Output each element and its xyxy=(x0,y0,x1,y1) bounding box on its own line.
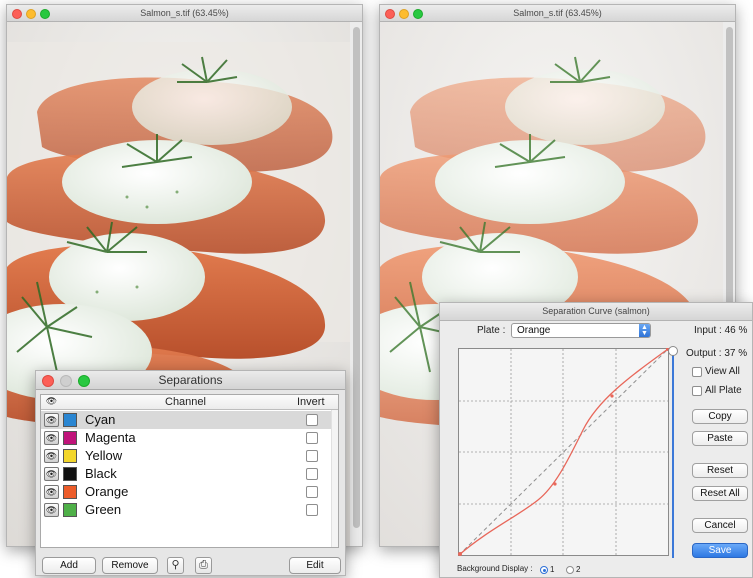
channel-label: Cyan xyxy=(85,412,116,427)
close-icon[interactable] xyxy=(42,375,54,387)
traffic-lights xyxy=(385,9,423,19)
table-scrollbar[interactable] xyxy=(331,410,338,547)
channel-row-magenta[interactable]: 👁 Magenta xyxy=(41,429,338,447)
separations-panel: Separations 👁 Channel Invert 👁 Cyan 👁 Ma… xyxy=(35,370,346,576)
paste-button[interactable]: Paste xyxy=(692,431,748,446)
minimize-icon[interactable] xyxy=(60,375,72,387)
background-radio-1-label: 1 xyxy=(550,565,555,574)
color-swatch xyxy=(63,467,77,481)
invert-checkbox[interactable] xyxy=(306,414,318,426)
column-header-channel: Channel xyxy=(165,396,206,408)
color-swatch xyxy=(63,431,77,445)
eye-icon[interactable]: 👁 xyxy=(44,413,59,427)
invert-checkbox[interactable] xyxy=(306,468,318,480)
minimize-icon[interactable] xyxy=(399,9,409,19)
window-title: Salmon_s.tif (63.45%) xyxy=(513,8,602,18)
printer-icon[interactable]: ⎙ xyxy=(195,557,212,574)
output-slider-track[interactable] xyxy=(672,351,674,558)
edit-button[interactable]: Edit xyxy=(289,557,341,574)
plate-label: Plate : xyxy=(477,325,506,336)
color-swatch xyxy=(63,503,77,517)
plate-select-value: Orange xyxy=(517,325,551,336)
panel-titlebar[interactable]: Separations xyxy=(36,371,345,390)
curve-graph[interactable] xyxy=(458,348,674,558)
save-button[interactable]: Save xyxy=(692,543,748,558)
eye-icon[interactable]: 👁 xyxy=(44,449,59,463)
channel-label: Magenta xyxy=(85,430,136,445)
plate-select[interactable]: Orange ▲ ▼ xyxy=(511,323,651,338)
zoom-icon[interactable] xyxy=(40,9,50,19)
copy-button[interactable]: Copy xyxy=(692,409,748,424)
all-plate-checkbox[interactable] xyxy=(692,386,702,396)
add-button[interactable]: Add xyxy=(42,557,96,574)
traffic-lights xyxy=(12,9,50,19)
channel-label: Yellow xyxy=(85,448,123,463)
output-slider-handle[interactable] xyxy=(668,346,678,356)
background-radio-1[interactable] xyxy=(540,566,548,574)
zoom-icon[interactable] xyxy=(413,9,423,19)
channel-row-green[interactable]: 👁 Green xyxy=(41,501,338,519)
channel-row-cyan[interactable]: 👁 Cyan xyxy=(41,411,338,429)
minimize-icon[interactable] xyxy=(26,9,36,19)
chevron-updown-icon: ▲ ▼ xyxy=(639,324,650,337)
input-readout: Input : 46 % xyxy=(694,325,748,336)
dialog-title[interactable]: Separation Curve (salmon) xyxy=(440,303,752,321)
window-title: Salmon_s.tif (63.45%) xyxy=(140,8,229,18)
background-display-label: Background Display : xyxy=(457,564,533,573)
separation-curve-dialog: Separation Curve (salmon) Plate : Orange… xyxy=(439,302,753,578)
channel-label: Orange xyxy=(85,484,129,499)
reset-all-button[interactable]: Reset All xyxy=(692,486,748,501)
background-radio-2-label: 2 xyxy=(576,565,581,574)
curve-start-point[interactable] xyxy=(458,552,462,556)
background-radio-2[interactable] xyxy=(566,566,574,574)
all-plate-label: All Plate xyxy=(705,385,742,396)
color-swatch xyxy=(63,449,77,463)
channel-table: 👁 Channel Invert 👁 Cyan 👁 Magenta 👁 Yell… xyxy=(40,394,339,548)
vertical-scrollbar[interactable] xyxy=(353,27,360,528)
window-titlebar[interactable]: Salmon_s.tif (63.45%) xyxy=(380,5,735,22)
traffic-lights xyxy=(42,375,90,387)
window-titlebar[interactable]: Salmon_s.tif (63.45%) xyxy=(7,5,362,22)
magnifier-icon[interactable]: ⚲ xyxy=(167,557,184,574)
invert-checkbox[interactable] xyxy=(306,432,318,444)
channel-row-black[interactable]: 👁 Black xyxy=(41,465,338,483)
eye-icon[interactable]: 👁 xyxy=(44,485,59,499)
invert-checkbox[interactable] xyxy=(306,450,318,462)
channel-row-orange[interactable]: 👁 Orange xyxy=(41,483,338,501)
table-header: 👁 Channel Invert xyxy=(41,395,338,410)
eye-icon[interactable]: 👁 xyxy=(44,431,59,445)
invert-checkbox[interactable] xyxy=(306,504,318,516)
reset-button[interactable]: Reset xyxy=(692,463,748,478)
color-swatch xyxy=(63,413,77,427)
color-swatch xyxy=(63,485,77,499)
channel-label: Green xyxy=(85,502,122,517)
close-icon[interactable] xyxy=(12,9,22,19)
column-header-invert: Invert xyxy=(297,396,325,408)
view-all-checkbox[interactable] xyxy=(692,367,702,377)
eye-icon: 👁 xyxy=(45,396,58,406)
zoom-icon[interactable] xyxy=(78,375,90,387)
view-all-label: View All xyxy=(705,366,740,377)
eye-icon[interactable]: 👁 xyxy=(44,503,59,517)
cancel-button[interactable]: Cancel xyxy=(692,518,748,533)
eye-icon[interactable]: 👁 xyxy=(44,467,59,481)
remove-button[interactable]: Remove xyxy=(102,557,158,574)
close-icon[interactable] xyxy=(385,9,395,19)
channel-label: Black xyxy=(85,466,117,481)
panel-title: Separations xyxy=(158,373,223,387)
invert-checkbox[interactable] xyxy=(306,486,318,498)
output-readout: Output : 37 % xyxy=(686,348,748,359)
channel-row-yellow[interactable]: 👁 Yellow xyxy=(41,447,338,465)
curve-control-point[interactable] xyxy=(610,394,614,398)
curve-control-point[interactable] xyxy=(553,482,557,486)
